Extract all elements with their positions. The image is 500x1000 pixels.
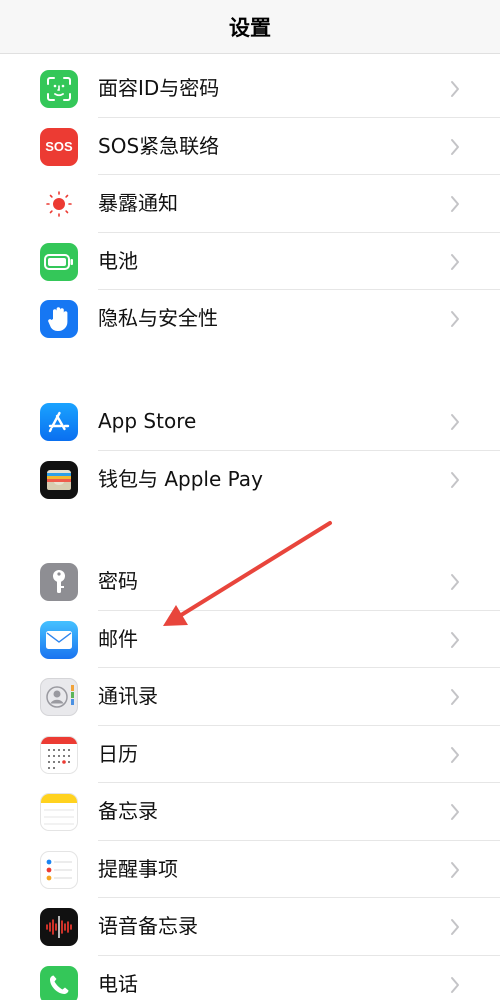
- chevron-right-icon: [451, 804, 459, 820]
- settings-row-face-id[interactable]: 面容ID与密码: [0, 60, 500, 118]
- settings-row-wallet[interactable]: 钱包与 Apple Pay: [0, 451, 500, 509]
- settings-row-label: 语音备忘录: [98, 914, 198, 938]
- contacts-icon: [40, 678, 78, 716]
- settings-row-label: 邮件: [98, 626, 138, 651]
- settings-row-label: 隐私与安全性: [98, 306, 218, 330]
- settings-row-label: SOS紧急联络: [98, 133, 220, 158]
- settings-row-passwords[interactable]: 密码: [0, 553, 500, 611]
- settings-group-security: 面容ID与密码 SOS SOS紧急联络 暴露通知 电池 隐私与安全性: [0, 60, 500, 348]
- settings-row-label: 通讯录: [98, 684, 158, 708]
- chevron-right-icon: [451, 253, 459, 270]
- settings-row-label: 暴露通知: [98, 191, 178, 215]
- phone-icon: [40, 965, 78, 1000]
- settings-row-label: 日历: [98, 741, 138, 766]
- voice-memos-icon: [40, 908, 78, 946]
- page-title: 设置: [229, 15, 271, 40]
- chevron-right-icon: [451, 631, 459, 648]
- settings-row-label: 电话: [98, 971, 138, 996]
- settings-row-notes[interactable]: 备忘录: [0, 783, 500, 841]
- sos-icon-text: SOS: [45, 139, 73, 154]
- settings-row-label: 电池: [98, 248, 138, 273]
- chevron-right-icon: [451, 746, 459, 763]
- key-icon: [40, 563, 78, 601]
- chevron-right-icon: [451, 471, 459, 488]
- chevron-right-icon: [451, 138, 459, 155]
- chevron-right-icon: [451, 196, 459, 212]
- exposure-notification-icon: [40, 185, 78, 223]
- settings-row-label: 备忘录: [98, 799, 158, 823]
- settings-row-emergency-sos[interactable]: SOS SOS紧急联络: [0, 118, 500, 175]
- chevron-right-icon: [451, 311, 459, 327]
- settings-row-contacts[interactable]: 通讯录: [0, 668, 500, 726]
- settings-row-calendar[interactable]: 日历: [0, 726, 500, 783]
- settings-row-privacy[interactable]: 隐私与安全性: [0, 290, 500, 348]
- settings-row-label: 提醒事项: [98, 856, 178, 881]
- settings-row-reminders[interactable]: 提醒事项: [0, 841, 500, 898]
- settings-row-app-store[interactable]: App Store: [0, 393, 500, 451]
- settings-row-battery[interactable]: 电池: [0, 233, 500, 290]
- settings-row-label: 钱包与 Apple Pay: [98, 466, 263, 491]
- battery-icon: [40, 242, 78, 281]
- settings-row-label: 面容ID与密码: [98, 76, 220, 100]
- notes-icon: [40, 793, 78, 831]
- navigation-bar: 设置: [0, 0, 500, 54]
- app-store-icon: [40, 403, 78, 441]
- face-id-icon: [40, 70, 78, 108]
- mail-icon: [40, 620, 78, 659]
- chevron-right-icon: [451, 414, 459, 430]
- chevron-right-icon: [451, 976, 459, 993]
- wallet-icon: [40, 460, 78, 499]
- settings-group-apps: 密码 邮件 通讯录 日历 备忘录 提醒事项 语音备忘录 电话: [0, 553, 500, 1000]
- reminders-icon: [40, 850, 78, 889]
- chevron-right-icon: [451, 574, 459, 590]
- calendar-icon: [40, 735, 78, 774]
- chevron-right-icon: [451, 861, 459, 878]
- settings-row-exposure-notifications[interactable]: 暴露通知: [0, 175, 500, 233]
- settings-row-voice-memos[interactable]: 语音备忘录: [0, 898, 500, 956]
- settings-row-label: App Store: [98, 409, 197, 433]
- settings-row-phone[interactable]: 电话: [0, 956, 500, 1000]
- settings-row-label: 密码: [98, 569, 138, 593]
- sos-icon: SOS: [40, 127, 78, 166]
- settings-row-mail[interactable]: 邮件: [0, 611, 500, 668]
- chevron-right-icon: [451, 919, 459, 935]
- chevron-right-icon: [451, 81, 459, 97]
- privacy-hand-icon: [40, 300, 78, 338]
- chevron-right-icon: [451, 689, 459, 705]
- settings-group-store: App Store 钱包与 Apple Pay: [0, 393, 500, 508]
